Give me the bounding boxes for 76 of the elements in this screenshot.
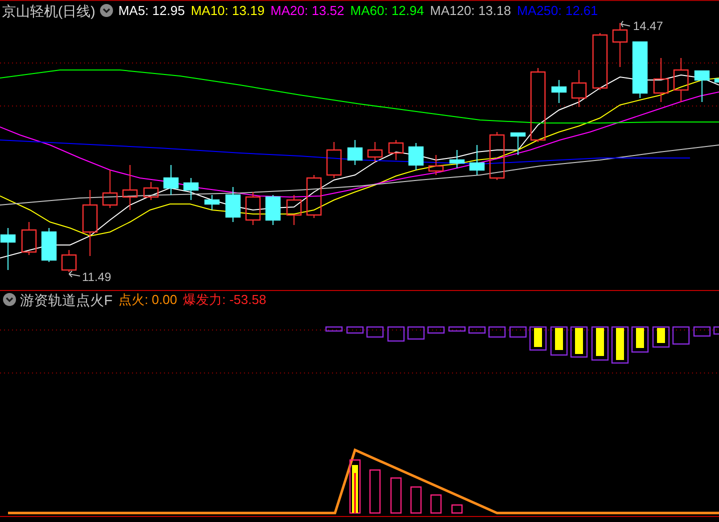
candlestick xyxy=(449,150,465,168)
indicator-bar xyxy=(693,326,711,337)
indicator-bar xyxy=(427,326,445,334)
moving-average-label: MA60: 12.94 xyxy=(350,4,424,17)
ignition-bar xyxy=(369,469,381,514)
candlestick xyxy=(632,41,648,98)
moving-average-label: MA5: 12.95 xyxy=(118,4,185,17)
indicator-bar xyxy=(387,326,405,342)
price-annotation: 14.47 xyxy=(620,20,664,33)
indicator-bar xyxy=(631,326,649,353)
indicator-bar xyxy=(672,326,690,345)
candlestick xyxy=(61,250,77,272)
candlestick xyxy=(286,194,302,226)
indicator-bar xyxy=(550,326,568,356)
indicator-bar xyxy=(488,326,506,338)
candlestick xyxy=(551,80,567,104)
moving-average-label: MA10: 13.19 xyxy=(190,4,265,17)
indicator-bar xyxy=(591,326,609,361)
moving-average-label: MA250: 12.61 xyxy=(516,4,598,17)
price-annotation: 11.49 xyxy=(68,270,112,284)
candlestick xyxy=(510,132,526,156)
indicator-bar xyxy=(448,326,466,332)
candlestick xyxy=(347,140,363,166)
candlestick xyxy=(571,70,587,108)
candlestick xyxy=(612,22,628,68)
ignition-marker xyxy=(352,465,358,513)
candlestick xyxy=(122,164,138,210)
indicator-value: 爆发力: -53.58 xyxy=(183,293,266,306)
candlestick xyxy=(489,132,505,180)
candlestick xyxy=(592,32,608,90)
candlestick xyxy=(469,144,485,176)
indicator-bar xyxy=(570,326,588,358)
moving-average-label: MA20: 13.52 xyxy=(270,4,344,17)
candlestick xyxy=(653,58,669,102)
ignition-bar xyxy=(410,486,422,514)
candlestick xyxy=(183,178,199,200)
indicator-bar xyxy=(407,326,425,340)
indicator-bar xyxy=(611,326,629,364)
indicator-bar xyxy=(346,326,364,334)
ignition-bar xyxy=(349,459,361,514)
ignition-bar xyxy=(430,494,442,514)
candlestick xyxy=(82,190,98,256)
candlestick xyxy=(714,78,719,83)
candlestick xyxy=(204,194,220,210)
chart-title: 京山轻机(日线) xyxy=(2,4,96,18)
candlestick xyxy=(225,186,241,222)
moving-average-label: MA120: 13.18 xyxy=(430,4,511,17)
candlestick xyxy=(41,228,57,262)
candlestick xyxy=(694,70,710,102)
candlestick xyxy=(673,58,689,102)
indicator-bar xyxy=(325,326,343,332)
candlestick xyxy=(163,164,179,196)
candlestick xyxy=(408,142,424,170)
candlestick xyxy=(326,142,342,178)
candlestick xyxy=(428,154,444,176)
indicator-bar xyxy=(713,326,719,335)
candlestick xyxy=(265,194,281,226)
candlestick xyxy=(245,192,261,226)
indicator-bar xyxy=(652,326,670,348)
candlestick xyxy=(388,140,404,160)
dropdown-icon[interactable] xyxy=(3,293,16,306)
indicator-bar xyxy=(509,326,527,338)
indicator-title: 游资轨道点火F xyxy=(20,292,113,306)
candlestick xyxy=(0,228,16,270)
candlestick xyxy=(367,142,383,162)
candlestick xyxy=(21,222,37,256)
indicator-bar xyxy=(366,326,384,338)
ignition-bar xyxy=(451,504,463,514)
dropdown-icon[interactable] xyxy=(100,4,114,17)
ignition-bar xyxy=(390,477,402,514)
candlestick xyxy=(143,182,159,200)
indicator-bar xyxy=(529,326,547,351)
candlestick xyxy=(306,174,322,218)
candlestick xyxy=(102,170,118,208)
indicator-value: 点火: 0.00 xyxy=(118,293,178,306)
indicator-bar xyxy=(468,326,486,334)
